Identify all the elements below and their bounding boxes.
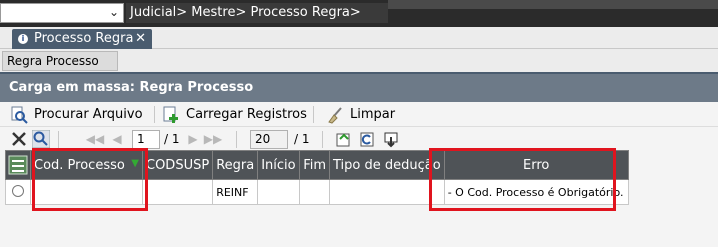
first-page-icon[interactable]: ◀◀ (86, 130, 104, 148)
search-file-icon (10, 106, 28, 124)
page-number-input[interactable]: 1 (132, 130, 160, 149)
broom-icon (326, 106, 344, 124)
export-icon[interactable] (334, 130, 352, 148)
cell-codsusp[interactable] (141, 179, 214, 205)
header-tipo-deducao[interactable]: Tipo de dedução (329, 150, 445, 180)
download-icon[interactable] (382, 130, 400, 148)
limpar-button[interactable]: Limpar (326, 104, 395, 125)
carregar-registros-label: Carregar Registros (186, 107, 307, 122)
grid-select-icon (8, 155, 28, 175)
subtab-regra-processo[interactable]: Regra Processo (2, 51, 118, 71)
page-size-input[interactable]: 20 (250, 130, 288, 149)
info-icon: i (18, 34, 28, 44)
page-total: / 1 (164, 132, 180, 146)
highlight-erro (429, 148, 616, 211)
search-icon[interactable] (32, 130, 50, 148)
header-fim[interactable]: Fim (299, 150, 331, 180)
prev-page-icon[interactable]: ◀ (108, 130, 126, 148)
procurar-arquivo-label: Procurar Arquivo (34, 107, 143, 122)
tab-processo-regra[interactable]: i Processo Regra ✕ (12, 29, 152, 49)
select-all-header[interactable] (5, 150, 31, 180)
chevron-down-icon: ⌄ (108, 5, 119, 19)
breadcrumb: Judicial> Mestre> Processo Regra> (126, 3, 388, 23)
last-page-icon[interactable]: ▶▶ (204, 130, 222, 148)
toolbar-divider (322, 131, 323, 148)
tab-strip: i Processo Regra ✕ (0, 27, 718, 49)
breadcrumb-bar-extension (388, 0, 718, 9)
limpar-label: Limpar (350, 107, 396, 122)
procurar-arquivo-button[interactable]: Procurar Arquivo (10, 104, 143, 125)
cell-tipo-deducao[interactable] (329, 179, 445, 205)
header-regra[interactable]: Regra (212, 150, 259, 180)
tools-icon[interactable] (10, 130, 28, 148)
top-navigation-bar: ⌄ Judicial> Mestre> Processo Regra> (0, 0, 718, 27)
close-icon[interactable]: ✕ (135, 29, 146, 49)
add-document-icon (162, 106, 180, 124)
cell-fim[interactable] (299, 179, 331, 205)
toolbar-divider (154, 106, 155, 123)
panel-title: Carga em massa: Regra Processo (0, 74, 718, 102)
cell-inicio[interactable] (257, 179, 301, 205)
next-page-icon[interactable]: ▶ (184, 130, 202, 148)
subtab-strip: Regra Processo (0, 49, 718, 72)
toolbar-divider (58, 131, 59, 148)
refresh-icon[interactable] (358, 130, 376, 148)
row-select-cell[interactable] (5, 179, 31, 205)
toolbar-divider (236, 131, 237, 148)
tab-label: Processo Regra (34, 31, 134, 46)
toolbar-divider (313, 106, 314, 123)
header-inicio[interactable]: Início (257, 150, 301, 180)
cell-regra[interactable]: REINF (212, 179, 259, 205)
module-select[interactable]: ⌄ (0, 3, 124, 23)
header-codsusp[interactable]: CODSUSP (141, 150, 214, 180)
highlight-cod-processo (32, 148, 148, 211)
row-radio[interactable] (12, 184, 24, 197)
carregar-registros-button[interactable]: Carregar Registros (162, 104, 307, 125)
action-toolbar: Procurar Arquivo Carregar Registros Limp… (0, 102, 718, 127)
page-size-total: / 1 (294, 132, 310, 146)
